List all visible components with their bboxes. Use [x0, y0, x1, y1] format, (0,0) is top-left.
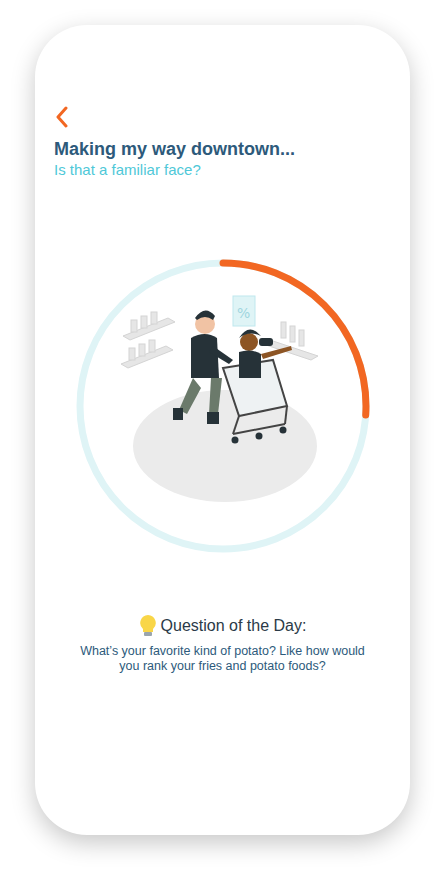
progress-ring: % [73, 256, 373, 556]
lightbulb-icon [139, 614, 157, 638]
screen-title: Making my way downtown... [54, 138, 391, 160]
ring-fill [80, 263, 366, 549]
question-of-the-day: Question of the Day: What’s your favorite… [73, 614, 373, 674]
svg-text:%: % [237, 305, 250, 321]
phone-frame: Making my way downtown...Is that a famil… [35, 25, 410, 835]
page: Making my way downtown...Is that a famil… [0, 0, 445, 882]
question-text: What’s your favorite kind of potato? Lik… [73, 644, 373, 674]
shopping-illustration-icon: % [73, 256, 373, 556]
back-chevron-icon[interactable] [54, 106, 70, 128]
header: Making my way downtown...Is that a famil… [35, 25, 410, 180]
ring-track [80, 263, 366, 549]
question-heading: Question of the Day: [139, 614, 307, 638]
screen-subtitle: Is that a familiar face? [54, 160, 391, 180]
